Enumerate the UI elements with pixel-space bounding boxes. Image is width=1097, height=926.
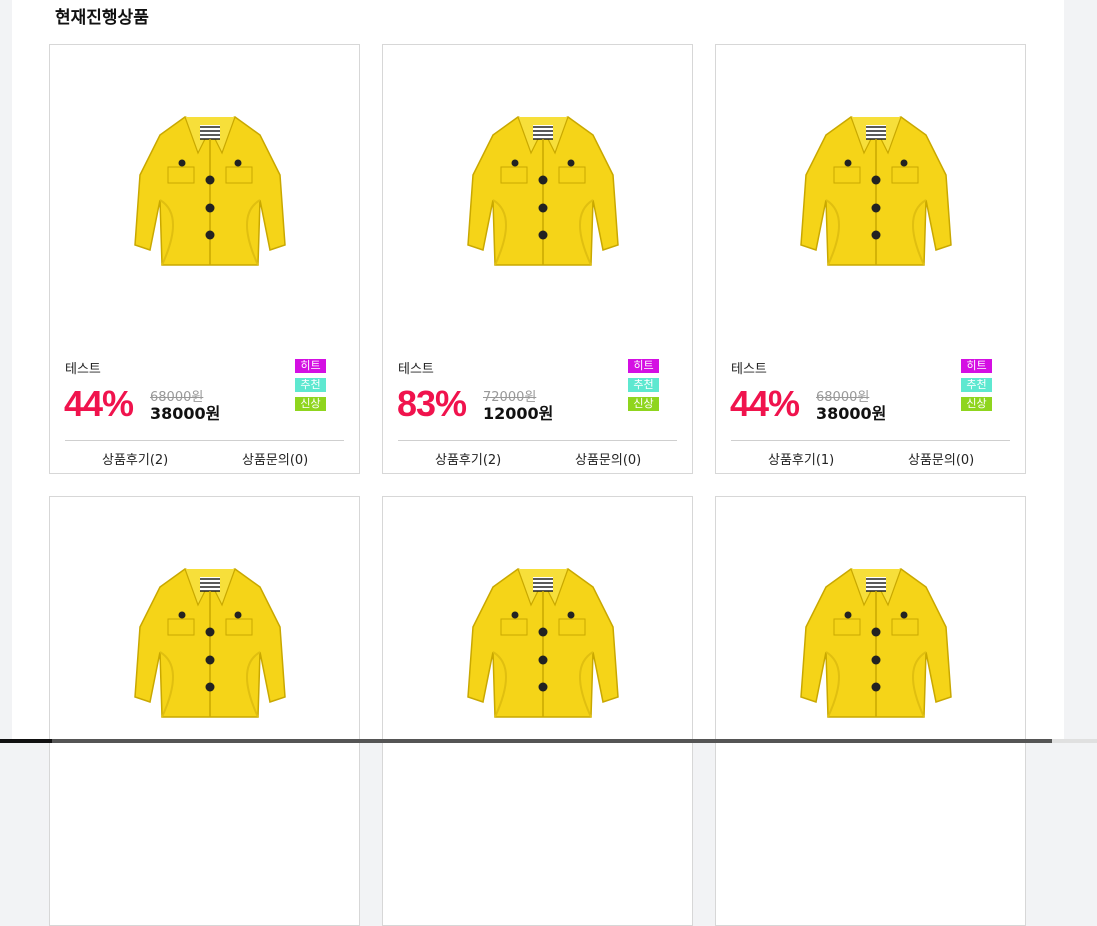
product-image[interactable] xyxy=(796,105,956,280)
reviews-link[interactable]: 상품후기(2) xyxy=(435,449,501,468)
product-card[interactable] xyxy=(715,496,1026,926)
product-card[interactable] xyxy=(382,496,693,926)
badge-recommend: 추천 xyxy=(961,378,992,392)
product-name[interactable]: 테스트 xyxy=(65,358,101,377)
reviews-link[interactable]: 상품후기(2) xyxy=(102,449,168,468)
product-card[interactable]: 테스트 83% 72000원 12000원 히트 추천 신상 상품후기(2) 상품문의(0) xyxy=(382,44,693,474)
card-divider xyxy=(731,440,1010,441)
product-image[interactable] xyxy=(796,557,956,732)
qna-link[interactable]: 상품문의(0) xyxy=(908,449,974,468)
sale-price: 38000원 xyxy=(816,404,887,423)
discount-rate: 44% xyxy=(730,383,800,424)
product-image[interactable] xyxy=(463,557,623,732)
sale-price: 38000원 xyxy=(150,404,221,423)
product-card[interactable]: 테스트 44% 68000원 38000원 히트 추천 신상 상품후기(2) 상품문의(0) xyxy=(49,44,360,474)
badge-recommend: 추천 xyxy=(295,378,326,392)
product-image[interactable] xyxy=(130,105,290,280)
badge-hit: 히트 xyxy=(961,359,992,373)
badge-new: 신상 xyxy=(295,397,326,411)
badge-recommend: 추천 xyxy=(628,378,659,392)
discount-rate: 83% xyxy=(397,383,467,424)
discount-rate: 44% xyxy=(64,383,134,424)
scrollbar-corner xyxy=(0,739,52,743)
product-card[interactable]: 테스트 44% 68000원 38000원 히트 추천 신상 상품후기(1) 상품문의(0) xyxy=(715,44,1026,474)
product-image[interactable] xyxy=(463,105,623,280)
product-name[interactable]: 테스트 xyxy=(398,358,434,377)
product-name[interactable]: 테스트 xyxy=(731,358,767,377)
scrollbar-thumb[interactable] xyxy=(52,739,1052,743)
product-image[interactable] xyxy=(130,557,290,732)
horizontal-scrollbar[interactable] xyxy=(0,739,1097,743)
qna-link[interactable]: 상품문의(0) xyxy=(242,449,308,468)
badge-new: 신상 xyxy=(961,397,992,411)
section-title: 현재진행상품 xyxy=(55,8,149,28)
badge-hit: 히트 xyxy=(628,359,659,373)
sale-price: 12000원 xyxy=(483,404,554,423)
badge-hit: 히트 xyxy=(295,359,326,373)
card-divider xyxy=(65,440,344,441)
badge-new: 신상 xyxy=(628,397,659,411)
qna-link[interactable]: 상품문의(0) xyxy=(575,449,641,468)
card-divider xyxy=(398,440,677,441)
reviews-link[interactable]: 상품후기(1) xyxy=(768,449,834,468)
product-card[interactable] xyxy=(49,496,360,926)
